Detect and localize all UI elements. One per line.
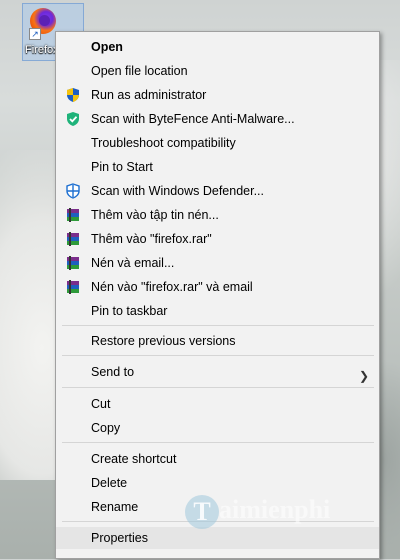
chevron-right-icon: ❯ xyxy=(358,369,369,383)
menu-item-rar-add-firefox[interactable]: Thêm vào "firefox.rar" xyxy=(56,228,379,250)
menu-item-label: Rename xyxy=(91,500,139,514)
bytefence-shield-icon xyxy=(67,112,79,126)
menu-item-label: Restore previous versions xyxy=(91,334,236,348)
menu-item-label: Thêm vào "firefox.rar" xyxy=(91,232,212,246)
menu-item-delete[interactable]: Delete xyxy=(56,472,379,494)
winrar-books-icon xyxy=(67,232,79,246)
watermark-logo: T xyxy=(185,495,219,530)
shortcut-arrow-icon: ↗ xyxy=(29,28,41,40)
menu-separator xyxy=(62,325,374,326)
menu-item-scan-bytefence[interactable]: Scan with ByteFence Anti-Malware... xyxy=(56,108,379,130)
menu-item-label: Send to xyxy=(91,365,135,379)
menu-item-label: Nén vào "firefox.rar" và email xyxy=(91,280,253,294)
menu-item-label: Run as administrator xyxy=(91,88,207,102)
watermark: Taimienphi xyxy=(185,495,331,530)
windows-defender-icon xyxy=(66,183,80,199)
menu-item-pin-to-start[interactable]: Pin to Start xyxy=(56,156,379,178)
menu-separator xyxy=(62,442,374,443)
menu-item-label: Delete xyxy=(91,476,128,490)
menu-item-pin-to-taskbar[interactable]: Pin to taskbar xyxy=(56,300,379,322)
menu-item-label: Scan with ByteFence Anti-Malware... xyxy=(91,112,295,126)
menu-item-label: Nén và email... xyxy=(91,256,175,270)
menu-item-label: Copy xyxy=(91,421,121,435)
menu-item-label: Pin to Start xyxy=(91,160,153,174)
watermark-text: aimienphi xyxy=(219,495,331,524)
winrar-books-icon xyxy=(67,208,79,222)
menu-separator xyxy=(62,355,374,356)
winrar-books-icon xyxy=(67,280,79,294)
menu-item-label: Thêm vào tập tin nén... xyxy=(91,208,219,222)
winrar-books-icon xyxy=(67,256,79,270)
menu-item-properties[interactable]: Properties xyxy=(56,527,379,549)
uac-shield-icon xyxy=(67,88,79,102)
menu-item-label: Pin to taskbar xyxy=(91,304,168,318)
menu-item-run-as-admin[interactable]: Run as administrator xyxy=(56,84,379,106)
menu-item-create-shortcut[interactable]: Create shortcut xyxy=(56,448,379,470)
menu-item-label: Properties xyxy=(91,531,148,545)
menu-separator xyxy=(62,387,374,388)
menu-item-label: Create shortcut xyxy=(91,452,177,466)
menu-item-open-file-location[interactable]: Open file location xyxy=(56,60,379,82)
menu-item-restore-versions[interactable]: Restore previous versions xyxy=(56,330,379,352)
menu-item-troubleshoot[interactable]: Troubleshoot compatibility xyxy=(56,132,379,154)
desktop-icon-label: Firefox xyxy=(25,44,59,56)
menu-item-send-to[interactable]: Send to ❯ xyxy=(56,361,379,383)
menu-item-cut[interactable]: Cut xyxy=(56,393,379,415)
context-menu: Open Open file location Run as administr… xyxy=(55,31,380,559)
menu-item-copy[interactable]: Copy xyxy=(56,417,379,439)
menu-item-label: Scan with Windows Defender... xyxy=(91,184,264,198)
menu-item-label: Troubleshoot compatibility xyxy=(91,136,236,150)
menu-item-label: Open file location xyxy=(91,64,188,78)
menu-item-rar-add-archive[interactable]: Thêm vào tập tin nén... xyxy=(56,204,379,226)
menu-item-rar-compress-email[interactable]: Nén và email... xyxy=(56,252,379,274)
menu-item-open[interactable]: Open xyxy=(56,36,379,58)
menu-item-label: Open xyxy=(91,40,123,54)
menu-item-label: Cut xyxy=(91,397,111,411)
menu-item-scan-defender[interactable]: Scan with Windows Defender... xyxy=(56,180,379,202)
menu-item-rar-compress-firefox-email[interactable]: Nén vào "firefox.rar" và email xyxy=(56,276,379,298)
